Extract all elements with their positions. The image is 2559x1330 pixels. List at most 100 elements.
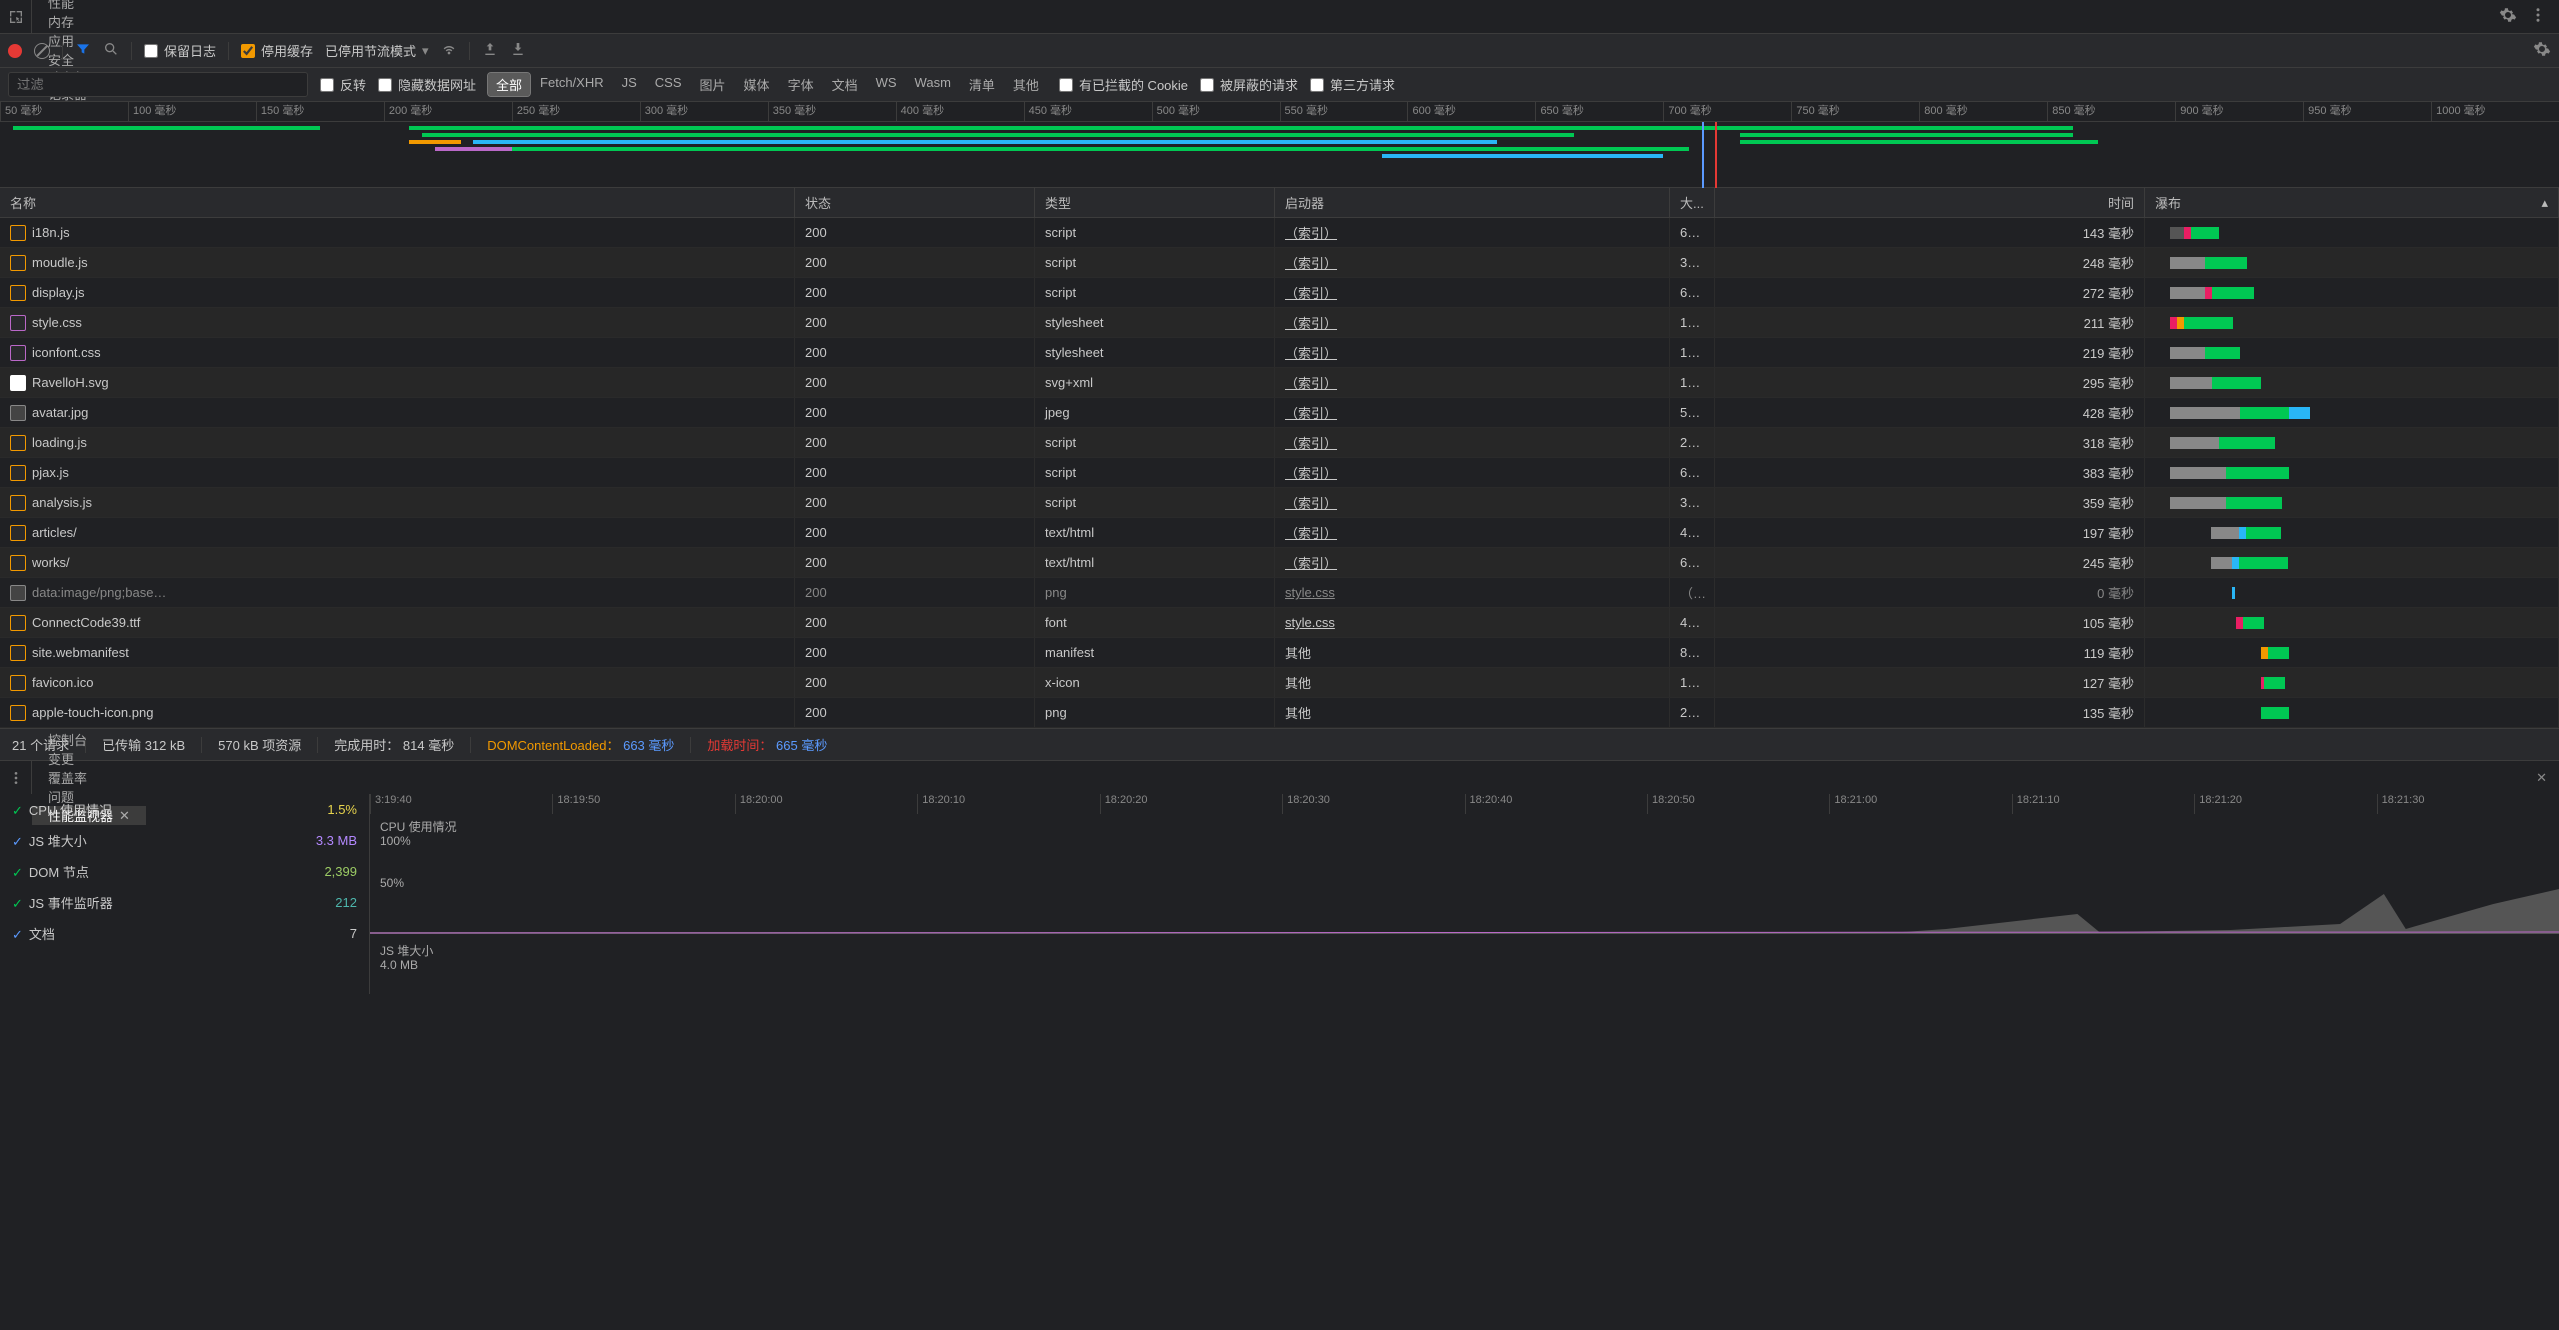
perf-metric-row[interactable]: ✓CPU 使用情况1.5% (0, 794, 369, 825)
perf-metric-row[interactable]: ✓JS 堆大小3.3 MB (0, 825, 369, 856)
filter-type-其他[interactable]: 其他 (1005, 73, 1047, 96)
table-row[interactable]: apple-touch-icon.png 200 png 其他 2… 135 毫… (0, 698, 2559, 728)
perf-metric-label: JS 堆大小 (29, 834, 87, 849)
time-cell: 359 毫秒 (1715, 488, 2145, 517)
drawer-tab-1[interactable]: 变更 (32, 749, 146, 768)
disable-cache-checkbox[interactable]: 停用缓存 (241, 41, 313, 60)
file-name: iconfont.css (32, 345, 101, 360)
table-row[interactable]: RavelloH.svg 200 svg+xml （索引） 1… 295 毫秒 (0, 368, 2559, 398)
main-tab-5[interactable]: 内存 (32, 12, 128, 31)
table-row[interactable]: avatar.jpg 200 jpeg （索引） 5… 428 毫秒 (0, 398, 2559, 428)
type-cell: x-icon (1035, 668, 1275, 697)
table-row[interactable]: analysis.js 200 script （索引） 3… 359 毫秒 (0, 488, 2559, 518)
record-button[interactable] (8, 44, 22, 58)
search-icon[interactable] (103, 41, 119, 60)
blocked-cookies-checkbox[interactable]: 有已拦截的 Cookie (1059, 75, 1188, 94)
initiator-cell: （索引） (1275, 218, 1670, 247)
initiator-link[interactable]: （索引） (1285, 493, 1337, 512)
network-settings-icon[interactable] (2533, 40, 2551, 61)
initiator-link[interactable]: （索引） (1285, 283, 1337, 302)
file-name: data:image/png;base… (32, 585, 166, 600)
drawer-more-icon[interactable] (0, 761, 32, 794)
initiator-link[interactable]: （索引） (1285, 253, 1337, 272)
table-row[interactable]: moudle.js 200 script （索引） 3… 248 毫秒 (0, 248, 2559, 278)
table-row[interactable]: loading.js 200 script （索引） 2… 318 毫秒 (0, 428, 2559, 458)
filter-type-图片[interactable]: 图片 (692, 73, 734, 96)
timeline-tick: 500 毫秒 (1152, 102, 1280, 121)
drawer-tab-0[interactable]: 控制台 (32, 730, 146, 749)
initiator-link[interactable]: （索引） (1285, 223, 1337, 242)
filter-icon[interactable] (75, 41, 91, 60)
filter-type-清单[interactable]: 清单 (961, 73, 1003, 96)
throttling-select[interactable]: 已停用节流模式 ▾ (325, 41, 429, 60)
filter-input[interactable] (8, 72, 308, 97)
initiator-link[interactable]: （索引） (1285, 523, 1337, 542)
filter-type-JS[interactable]: JS (614, 73, 645, 96)
perf-metric-row[interactable]: ✓DOM 节点2,399 (0, 856, 369, 887)
table-row[interactable]: iconfont.css 200 stylesheet （索引） 1… 219 … (0, 338, 2559, 368)
drawer-close-icon[interactable]: ✕ (2524, 770, 2559, 786)
initiator-link[interactable]: （索引） (1285, 403, 1337, 422)
table-row[interactable]: favicon.ico 200 x-icon 其他 1… 127 毫秒 (0, 668, 2559, 698)
table-row[interactable]: data:image/png;base… 200 png style.css （… (0, 578, 2559, 608)
perf-metric-row[interactable]: ✓文档7 (0, 918, 369, 949)
upload-icon[interactable] (482, 41, 498, 60)
filter-type-Fetch/XHR[interactable]: Fetch/XHR (532, 73, 612, 96)
col-header-time[interactable]: 时间 (1715, 188, 2145, 217)
initiator-link[interactable]: （索引） (1285, 553, 1337, 572)
inspect-icon[interactable] (0, 0, 32, 33)
filter-type-CSS[interactable]: CSS (647, 73, 690, 96)
initiator-link[interactable]: style.css (1285, 585, 1335, 600)
check-icon: ✓ (12, 834, 23, 849)
table-row[interactable]: pjax.js 200 script （索引） 6… 383 毫秒 (0, 458, 2559, 488)
perf-heap-val-label: 4.0 MB (380, 958, 418, 972)
initiator-link[interactable]: （索引） (1285, 463, 1337, 482)
third-party-checkbox[interactable]: 第三方请求 (1310, 75, 1395, 94)
file-type-icon (10, 375, 26, 391)
invert-checkbox[interactable]: 反转 (320, 75, 366, 94)
perf-metric-row[interactable]: ✓JS 事件监听器212 (0, 887, 369, 918)
type-cell: png (1035, 698, 1275, 727)
filter-type-媒体[interactable]: 媒体 (736, 73, 778, 96)
table-row[interactable]: i18n.js 200 script （索引） 6… 143 毫秒 (0, 218, 2559, 248)
preserve-log-checkbox[interactable]: 保留日志 (144, 41, 216, 60)
col-header-initiator[interactable]: 启动器 (1275, 188, 1670, 217)
size-cell: 3… (1670, 248, 1715, 277)
col-header-size[interactable]: 大... (1670, 188, 1715, 217)
initiator-link[interactable]: （索引） (1285, 343, 1337, 362)
more-icon[interactable] (2529, 6, 2547, 27)
timeline-overview[interactable]: 50 毫秒100 毫秒150 毫秒200 毫秒250 毫秒300 毫秒350 毫… (0, 102, 2559, 188)
initiator-link[interactable]: （索引） (1285, 373, 1337, 392)
initiator-link[interactable]: style.css (1285, 615, 1335, 630)
file-type-icon (10, 525, 26, 541)
hide-data-urls-checkbox[interactable]: 隐藏数据网址 (378, 75, 476, 94)
main-tab-4[interactable]: 性能 (32, 0, 128, 12)
drawer-tab-2[interactable]: 覆盖率 (32, 768, 146, 787)
download-icon[interactable] (510, 41, 526, 60)
filter-type-字体[interactable]: 字体 (780, 73, 822, 96)
file-name: favicon.ico (32, 675, 93, 690)
network-table-body: i18n.js 200 script （索引） 6… 143 毫秒 moudle… (0, 218, 2559, 728)
filter-type-WS[interactable]: WS (868, 73, 905, 96)
wifi-icon[interactable] (441, 41, 457, 60)
size-cell: 1… (1670, 308, 1715, 337)
initiator-link[interactable]: （索引） (1285, 313, 1337, 332)
initiator-link[interactable]: （索引） (1285, 433, 1337, 452)
blocked-requests-checkbox[interactable]: 被屏蔽的请求 (1200, 75, 1298, 94)
table-row[interactable]: site.webmanifest 200 manifest 其他 8… 119 … (0, 638, 2559, 668)
timeline-tick: 700 毫秒 (1663, 102, 1791, 121)
col-header-waterfall[interactable]: 瀑布▴ (2145, 188, 2559, 217)
filter-type-Wasm[interactable]: Wasm (907, 73, 959, 96)
table-row[interactable]: ConnectCode39.ttf 200 font style.css 4… … (0, 608, 2559, 638)
filter-type-文档[interactable]: 文档 (824, 73, 866, 96)
table-row[interactable]: works/ 200 text/html （索引） 6… 245 毫秒 (0, 548, 2559, 578)
col-header-name[interactable]: 名称 (0, 188, 795, 217)
table-row[interactable]: style.css 200 stylesheet （索引） 1… 211 毫秒 (0, 308, 2559, 338)
col-header-type[interactable]: 类型 (1035, 188, 1275, 217)
table-row[interactable]: articles/ 200 text/html （索引） 4… 197 毫秒 (0, 518, 2559, 548)
settings-icon[interactable] (2499, 6, 2517, 27)
filter-type-全部[interactable]: 全部 (488, 73, 530, 96)
col-header-status[interactable]: 状态 (795, 188, 1035, 217)
clear-button[interactable] (34, 43, 50, 59)
table-row[interactable]: display.js 200 script （索引） 6… 272 毫秒 (0, 278, 2559, 308)
